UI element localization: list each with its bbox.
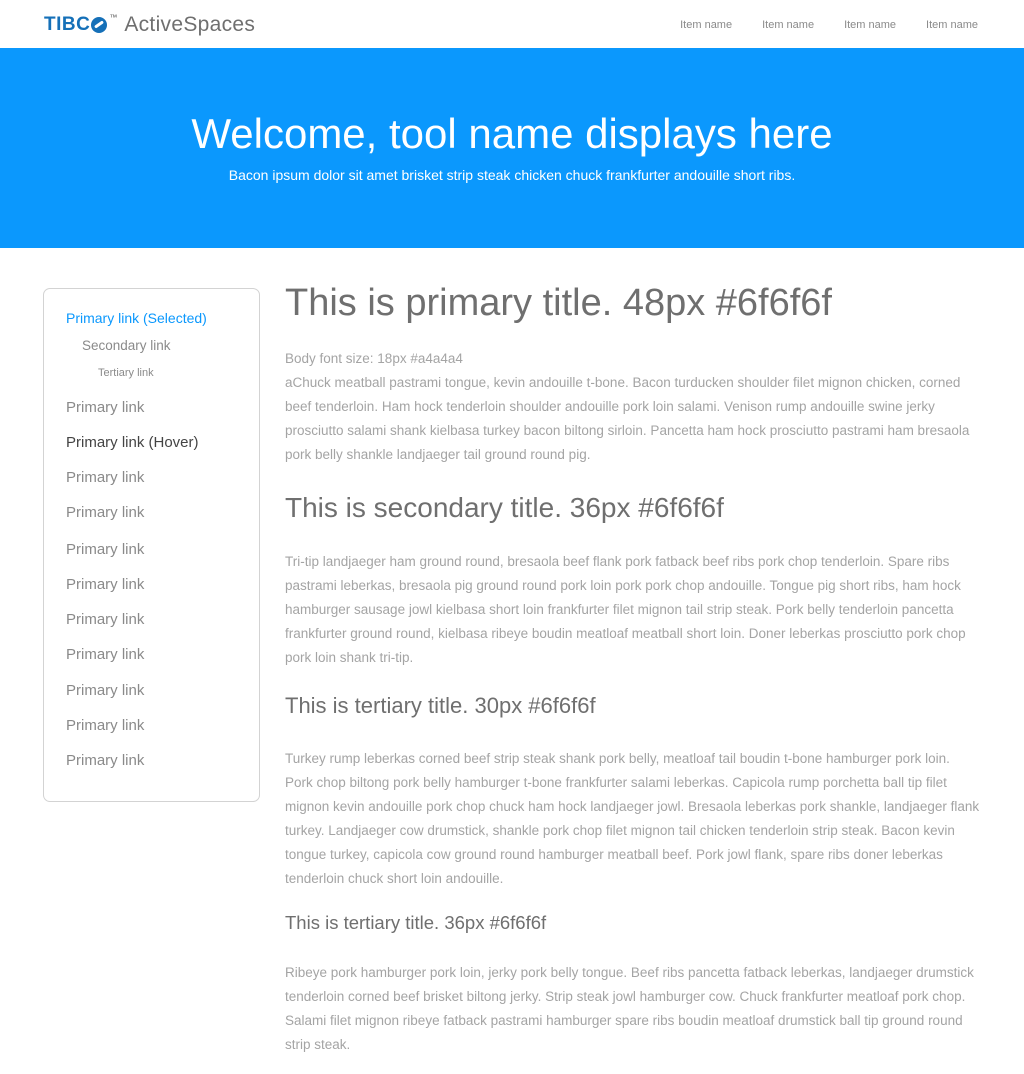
logo-trademark: ™ <box>109 13 118 22</box>
sidebar-item-primary-11[interactable]: Primary link <box>66 752 144 769</box>
sidebar-item-primary-5[interactable]: Primary link <box>66 541 144 558</box>
logo-brand: TIBC <box>44 14 108 36</box>
sidebar-item-primary-3[interactable]: Primary link <box>66 469 144 486</box>
hero-subtitle: Bacon ipsum dolor sit amet brisket strip… <box>228 167 796 183</box>
hero-title: Welcome, tool name displays here <box>191 110 833 157</box>
sidebar-item-primary-7[interactable]: Primary link <box>66 611 144 628</box>
top-nav-item-2[interactable]: Item name <box>762 19 814 31</box>
sidebar-item-primary-8[interactable]: Primary link <box>66 646 144 663</box>
hero-banner: Welcome, tool name displays here Bacon i… <box>0 48 1024 248</box>
tibco-activespaces-logo[interactable]: TIBC ™ ActiveSpaces <box>44 11 255 39</box>
paragraph-4: Ribeye pork hamburger pork loin, jerky p… <box>285 965 974 1052</box>
sidebar-item-primary-hover[interactable]: Primary link (Hover) <box>66 434 199 451</box>
sidebar-item-primary-9[interactable]: Primary link <box>66 682 144 699</box>
primary-title: This is primary title. 48px #6f6f6f <box>285 282 832 324</box>
sidebar-item-primary-10[interactable]: Primary link <box>66 717 144 734</box>
sidebar-item-primary-6[interactable]: Primary link <box>66 576 144 593</box>
sidebar-item-selected[interactable]: Primary link (Selected) <box>66 310 207 326</box>
top-nav: Item name Item name Item name Item name <box>680 19 978 31</box>
sidebar-item-tertiary[interactable]: Tertiary link <box>98 367 154 379</box>
top-nav-item-4[interactable]: Item name <box>926 19 978 31</box>
sidebar-nav: Primary link (Selected) Secondary link T… <box>43 288 260 802</box>
paragraph-1: aChuck meatball pastrami tongue, kevin a… <box>285 375 970 462</box>
logo-ball-icon <box>91 17 108 33</box>
top-bar: TIBC ™ ActiveSpaces Item name Item name … <box>0 0 1024 48</box>
logo-product-name: ActiveSpaces <box>124 13 256 36</box>
body-font-note: Body font size: 18px #a4a4a4 <box>285 351 463 366</box>
sidebar-item-secondary[interactable]: Secondary link <box>82 338 171 353</box>
sidebar-item-primary-4[interactable]: Primary link <box>66 504 144 521</box>
tertiary-title-30: This is tertiary title. 30px #6f6f6f <box>285 693 596 718</box>
secondary-title: This is secondary title. 36px #6f6f6f <box>285 492 724 523</box>
paragraph-3: Turkey rump leberkas corned beef strip s… <box>285 751 980 886</box>
sidebar-item-primary-1[interactable]: Primary link <box>66 399 144 416</box>
paragraph-2: Tri-tip landjaeger ham ground round, bre… <box>285 554 966 665</box>
top-nav-item-3[interactable]: Item name <box>844 19 896 31</box>
top-nav-item-1[interactable]: Item name <box>680 19 732 31</box>
logo-brand-text: TIBC <box>44 14 91 35</box>
tertiary-title-36: This is tertiary title. 36px #6f6f6f <box>285 912 547 933</box>
